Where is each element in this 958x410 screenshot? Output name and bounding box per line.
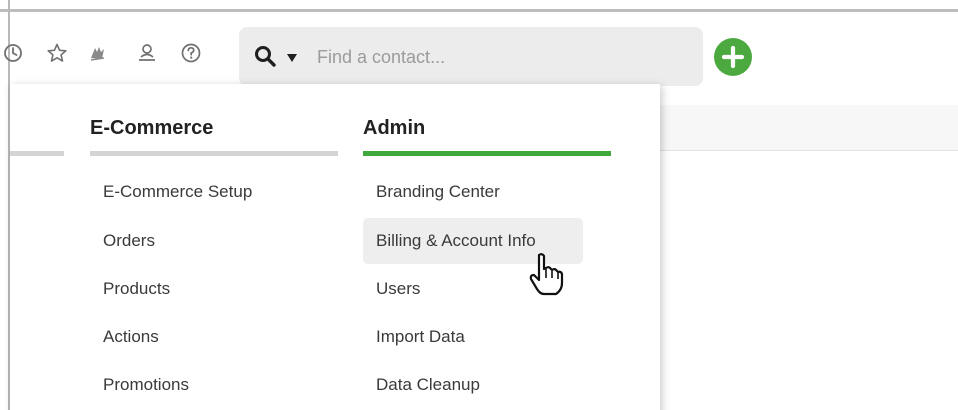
plus-icon xyxy=(714,38,752,76)
column-divider xyxy=(10,151,64,156)
menu-item-branding-center[interactable]: Branding Center xyxy=(363,169,583,215)
menu-item-products[interactable]: Products xyxy=(90,266,338,312)
column-heading-admin: Admin xyxy=(363,117,426,139)
search-input[interactable] xyxy=(315,41,689,73)
add-button[interactable] xyxy=(714,38,752,76)
top-toolbar xyxy=(0,12,958,86)
chevron-down-icon[interactable] xyxy=(286,50,298,62)
help-icon[interactable] xyxy=(180,42,202,64)
menu-item-promotions[interactable]: Promotions xyxy=(90,362,338,408)
leaf-icon[interactable] xyxy=(87,42,109,64)
column-heading-ecommerce: E-Commerce xyxy=(90,117,214,139)
menu-item-import-data[interactable]: Import Data xyxy=(363,314,583,360)
menu-item-data-cleanup[interactable]: Data Cleanup xyxy=(363,362,583,408)
menu-item-orders[interactable]: Orders xyxy=(90,218,338,264)
page-header-strip xyxy=(660,105,958,151)
menu-item-users[interactable]: Users xyxy=(363,266,583,312)
app-window: E-Commerce E-Commerce Setup Orders Produ… xyxy=(0,0,958,410)
menu-item-actions[interactable]: Actions xyxy=(90,314,338,360)
column-rule-admin-active xyxy=(363,151,611,156)
clock-icon[interactable] xyxy=(2,42,24,64)
menu-item-ecommerce-setup[interactable]: E-Commerce Setup xyxy=(90,169,338,215)
column-rule-ecommerce xyxy=(90,151,338,156)
search-icon[interactable] xyxy=(253,44,277,68)
menu-item-billing-account-info[interactable]: Billing & Account Info xyxy=(363,218,583,264)
contact-search xyxy=(239,27,703,86)
user-icon[interactable] xyxy=(136,42,158,64)
star-icon[interactable] xyxy=(46,42,68,64)
